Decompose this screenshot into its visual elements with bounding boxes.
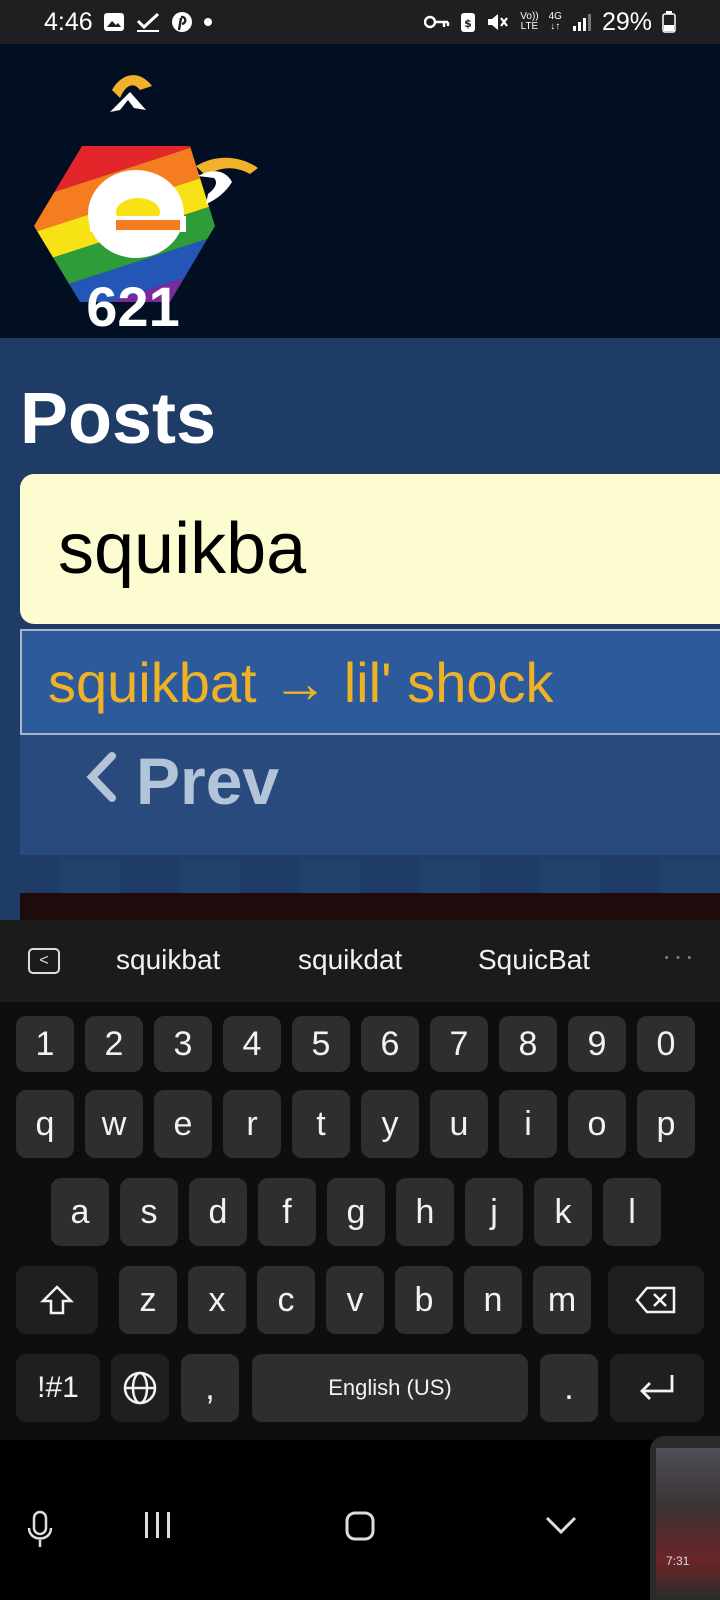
picture-in-picture-window[interactable]: 7:31 — [650, 1436, 720, 1600]
key-g[interactable]: g — [327, 1178, 385, 1246]
key-4[interactable]: 4 — [223, 1016, 281, 1072]
gen-bottom: ↓↑ — [550, 21, 561, 32]
recent-apps-icon[interactable] — [142, 1510, 174, 1545]
pagination-panel: Prev — [20, 735, 720, 855]
key-s[interactable]: s — [120, 1178, 178, 1246]
logo-number: 621 — [86, 275, 179, 334]
key-r[interactable]: r — [223, 1090, 281, 1158]
e621-logo[interactable]: 621 — [30, 64, 270, 338]
keyboard: < squikbat squikdat SquicBat ··· 1234567… — [0, 920, 720, 1440]
key-p[interactable]: p — [637, 1090, 695, 1158]
key-z[interactable]: z — [119, 1266, 177, 1334]
signal-icon — [572, 10, 592, 34]
key-x[interactable]: x — [188, 1266, 246, 1334]
more-suggestions-icon[interactable]: ··· — [662, 940, 696, 972]
network-generation-indicator: 4G ↓↑ — [549, 10, 562, 34]
shift-icon — [40, 1285, 74, 1315]
key-6[interactable]: 6 — [361, 1016, 419, 1072]
svg-text:$: $ — [464, 17, 472, 30]
volte-indicator: Vo)) LTE — [520, 10, 538, 34]
backspace-key[interactable] — [608, 1266, 704, 1334]
key-1[interactable]: 1 — [16, 1016, 74, 1072]
navigation-bar — [0, 1440, 720, 1600]
key-w[interactable]: w — [85, 1090, 143, 1158]
prev-label: Prev — [136, 744, 280, 818]
key-i[interactable]: i — [499, 1090, 557, 1158]
status-time: 4:46 — [44, 7, 93, 36]
status-left: 4:46 — [44, 8, 213, 37]
prev-button[interactable]: Prev — [84, 741, 279, 821]
autocomplete-suggestion[interactable]: squikbat → lil' shock — [20, 629, 720, 735]
keyboard-suggestion-bar: < squikbat squikdat SquicBat ··· — [0, 920, 720, 1002]
symbols-key[interactable]: !#1 — [16, 1354, 100, 1422]
key-q[interactable]: q — [16, 1090, 74, 1158]
microphone-icon[interactable] — [26, 1510, 54, 1553]
backspace-icon — [635, 1286, 676, 1314]
search-input[interactable] — [20, 474, 720, 624]
space-key[interactable]: English (US) — [252, 1354, 528, 1422]
gallery-icon — [103, 10, 125, 34]
enter-key[interactable] — [610, 1354, 704, 1422]
volte-bottom: LTE — [520, 21, 539, 32]
key-b[interactable]: b — [395, 1266, 453, 1334]
key-y[interactable]: y — [361, 1090, 419, 1158]
status-bar: 4:46 $ Vo)) LTE 4G ↓↑ 29% — [0, 0, 720, 44]
key-v[interactable]: v — [326, 1266, 384, 1334]
comma-key[interactable]: , — [181, 1354, 239, 1422]
key-h[interactable]: h — [396, 1178, 454, 1246]
key-j[interactable]: j — [465, 1178, 523, 1246]
mute-icon — [486, 10, 510, 34]
key-o[interactable]: o — [568, 1090, 626, 1158]
key-k[interactable]: k — [534, 1178, 592, 1246]
status-right: $ Vo)) LTE 4G ↓↑ 29% — [424, 8, 676, 37]
shift-key[interactable] — [16, 1266, 98, 1334]
keyboard-suggestion-3[interactable]: SquicBat — [478, 944, 590, 976]
keyboard-toolbar-toggle-icon[interactable]: < — [28, 948, 60, 974]
key-l[interactable]: l — [603, 1178, 661, 1246]
key-2[interactable]: 2 — [85, 1016, 143, 1072]
key-e[interactable]: e — [154, 1090, 212, 1158]
language-key[interactable] — [111, 1354, 169, 1422]
download-done-icon — [135, 10, 161, 34]
key-3[interactable]: 3 — [154, 1016, 212, 1072]
key-8[interactable]: 8 — [499, 1016, 557, 1072]
key-f[interactable]: f — [258, 1178, 316, 1246]
content-area: Posts squikbat → lil' shock Prev — [0, 338, 720, 920]
key-0[interactable]: 0 — [637, 1016, 695, 1072]
key-5[interactable]: 5 — [292, 1016, 350, 1072]
pip-video — [656, 1448, 720, 1598]
key-n[interactable]: n — [464, 1266, 522, 1334]
pinterest-icon — [171, 10, 193, 34]
key-m[interactable]: m — [533, 1266, 591, 1334]
notification-dot-icon — [203, 10, 213, 34]
key-u[interactable]: u — [430, 1090, 488, 1158]
battery-icon — [662, 10, 676, 34]
keyboard-suggestion-1[interactable]: squikbat — [116, 944, 220, 976]
site-header: 621 — [0, 44, 720, 338]
globe-icon — [123, 1371, 157, 1405]
key-d[interactable]: d — [189, 1178, 247, 1246]
battery-percent: 29% — [601, 7, 652, 36]
data-saver-icon: $ — [460, 10, 476, 34]
home-icon[interactable] — [344, 1510, 376, 1547]
key-9[interactable]: 9 — [568, 1016, 626, 1072]
post-preview-strip — [20, 893, 720, 920]
pip-time: 7:31 — [666, 1554, 690, 1568]
hide-keyboard-icon[interactable] — [544, 1514, 578, 1541]
keyboard-suggestion-2[interactable]: squikdat — [298, 944, 402, 976]
suggestion-text: squikbat → lil' shock — [48, 650, 554, 714]
page-title: Posts — [20, 379, 217, 459]
key-c[interactable]: c — [257, 1266, 315, 1334]
enter-icon — [640, 1375, 674, 1400]
vpn-key-icon — [424, 10, 450, 34]
chevron-left-icon — [84, 743, 118, 819]
key-t[interactable]: t — [292, 1090, 350, 1158]
key-7[interactable]: 7 — [430, 1016, 488, 1072]
key-a[interactable]: a — [51, 1178, 109, 1246]
period-key[interactable]: . — [540, 1354, 598, 1422]
